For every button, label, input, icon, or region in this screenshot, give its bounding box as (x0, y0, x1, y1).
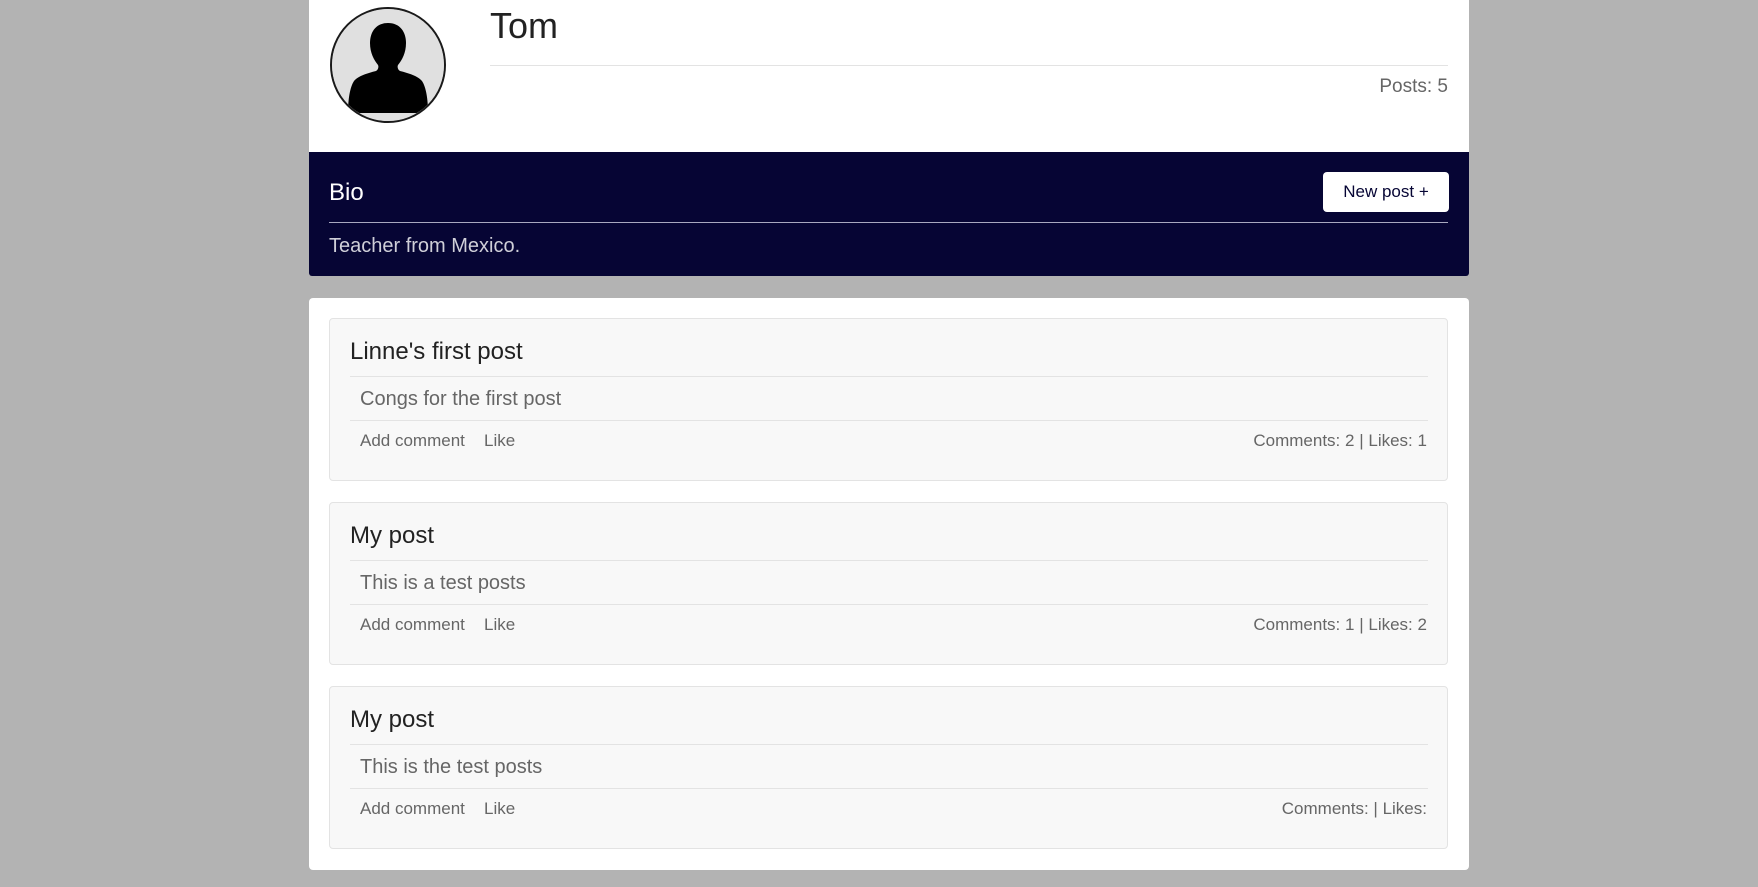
bio-divider (329, 222, 1448, 223)
profile-name: Tom (490, 5, 559, 46)
post-body: This is the test posts (360, 756, 543, 778)
add-comment-link[interactable]: Add comment (360, 614, 465, 636)
add-comment-link[interactable]: Add comment (360, 798, 465, 820)
likes-count: 1 (1417, 431, 1427, 450)
bio-panel: Bio New post + Teacher from Mexico. (309, 152, 1469, 276)
post-body: Congs for the first post (360, 388, 562, 410)
like-link[interactable]: Like (484, 798, 515, 820)
comments-label: Comments: (1253, 615, 1341, 634)
like-link[interactable]: Like (484, 614, 515, 636)
posts-count: Posts: 5 (1379, 75, 1448, 99)
likes-label: Likes: (1368, 615, 1413, 634)
post-stats: Comments: 2 | Likes: 1 (1253, 431, 1427, 450)
post-divider (350, 420, 1428, 421)
bio-title: Bio (329, 179, 364, 206)
likes-count: 2 (1417, 615, 1427, 634)
comments-label: Comments: (1253, 431, 1341, 450)
avatar (330, 7, 446, 123)
post-title: My post (350, 522, 435, 549)
post-card: My post This is the test posts Add comme… (329, 686, 1448, 849)
post-card: My post This is a test posts Add comment… (329, 502, 1448, 665)
likes-label: Likes: (1368, 431, 1413, 450)
post-stats: Comments: 1 | Likes: 2 (1253, 615, 1427, 634)
post-divider (350, 560, 1428, 561)
add-comment-link[interactable]: Add comment (360, 430, 465, 452)
post-title: My post (350, 706, 435, 733)
comments-count: 1 (1345, 615, 1355, 634)
posts-count-label: Posts: (1379, 76, 1433, 97)
post-divider (350, 376, 1428, 377)
post-divider (350, 604, 1428, 605)
posts-count-value: 5 (1437, 76, 1448, 97)
posts-container: Linne's first post Congs for the first p… (309, 298, 1469, 870)
post-body: This is a test posts (360, 572, 526, 594)
post-divider (350, 788, 1428, 789)
name-divider (490, 65, 1448, 66)
post-stats: Comments: | Likes: (1281, 799, 1427, 818)
post-divider (350, 744, 1428, 745)
comments-count: 2 (1345, 431, 1355, 450)
post-title: Linne's first post (350, 338, 523, 365)
like-link[interactable]: Like (484, 430, 515, 452)
likes-label: Likes: (1382, 799, 1427, 818)
comments-label: Comments: (1281, 799, 1369, 818)
user-silhouette-icon (332, 9, 444, 121)
new-post-button[interactable]: New post + (1323, 172, 1449, 212)
post-card: Linne's first post Congs for the first p… (329, 318, 1448, 481)
profile-card: Tom Posts: 5 (309, 0, 1469, 152)
bio-text: Teacher from Mexico. (329, 235, 521, 257)
